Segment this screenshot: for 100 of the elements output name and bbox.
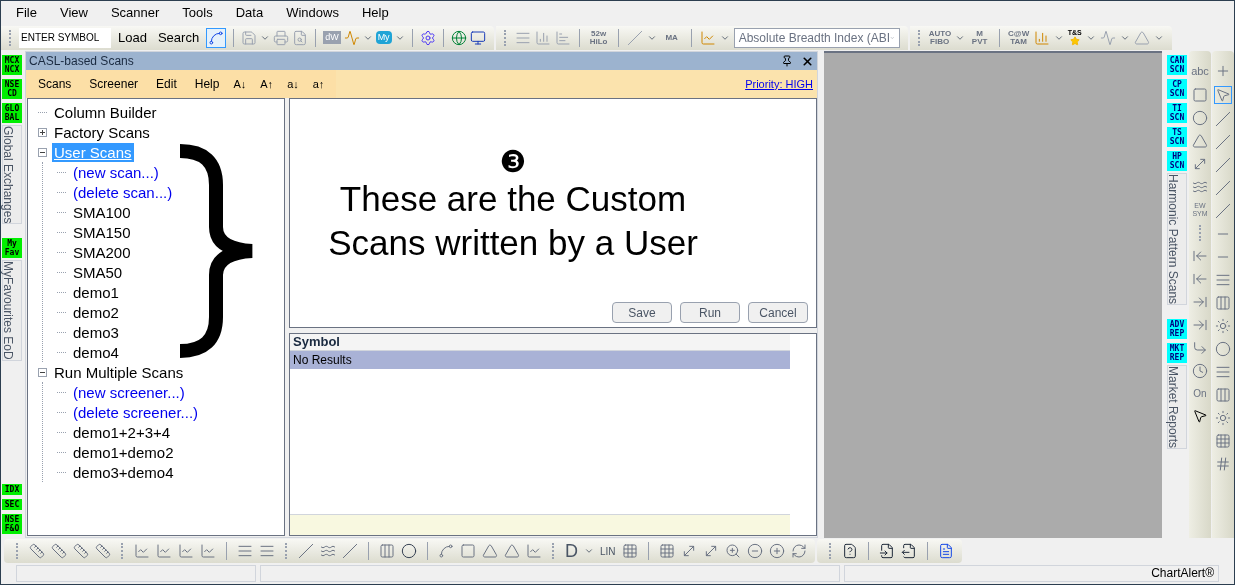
toolbar-button[interactable]: D [565,537,578,565]
tree-item[interactable]: Column Builder [52,102,159,122]
menu-item[interactable]: File [16,3,37,23]
column-header[interactable]: Symbol [290,334,343,350]
menu-item[interactable]: Screener [89,75,139,93]
dock-badge[interactable]: HP SCN [1167,151,1187,171]
line-icon[interactable] [1215,134,1231,150]
toolbar-button[interactable]: Load [114,27,151,48]
dock-badge[interactable]: TI SCN [1167,103,1187,123]
tool-label[interactable]: On [1193,385,1207,401]
tree-item[interactable]: SMA50 [71,262,125,282]
dock-tab[interactable]: Harmonic Pattern Scans [1167,173,1187,306]
menu-item[interactable]: Data [235,3,264,23]
zigzag-icon[interactable] [1099,29,1116,46]
dock-badge[interactable]: IDX [2,484,22,495]
document-icon[interactable] [841,543,858,559]
zigzag-icon[interactable] [343,29,360,46]
bar-chart-icon[interactable] [534,29,551,46]
dock-tab[interactable]: Market Reports [1167,365,1187,450]
zoom-icon[interactable] [724,543,741,559]
indicator-dropdown[interactable]: Absolute Breadth Index (ABI [733,27,900,48]
dock-badge[interactable]: CAN SCN [1167,55,1187,75]
ruler-icon[interactable] [95,543,111,559]
line-chart-icon[interactable] [156,543,172,559]
grid-icon[interactable] [658,543,675,559]
triangle-icon[interactable] [1192,132,1208,149]
pointer-icon[interactable] [1215,87,1231,103]
refresh-icon[interactable] [790,543,807,559]
line-icon[interactable] [298,543,314,559]
preview-icon[interactable] [292,29,309,46]
tree-item[interactable]: SMA200 [71,242,133,262]
bar-chart-icon[interactable] [554,29,571,46]
dock-badge[interactable]: NSE F&O [2,514,22,534]
tree-item[interactable]: demo2 [71,302,121,322]
expand-icon[interactable] [38,127,47,137]
dock-badge[interactable]: GLO BAL [2,103,22,123]
symbol-field[interactable]: ENTER SYMBOL [19,27,111,48]
lines-icon[interactable] [237,543,253,559]
tree-item[interactable]: (new scan...) [71,162,161,182]
tree-item[interactable]: demo1 [71,282,121,302]
menu-item[interactable]: View [59,3,88,23]
cursor-icon[interactable] [1192,407,1208,424]
tool-label[interactable]: 52w HiLo [587,29,610,46]
toolbar-button[interactable]: Search [153,27,204,48]
tree-item[interactable]: demo3+demo4 [71,462,176,482]
globe-icon[interactable] [450,29,467,46]
dock-badge[interactable]: ADV REP [1167,319,1187,340]
triangle-icon[interactable] [482,543,498,559]
line-icon[interactable] [1215,111,1231,127]
dock-badge[interactable]: SEC [2,499,22,510]
triangle-icon[interactable] [504,543,520,559]
tree-item[interactable]: demo1+2+3+4 [71,422,173,442]
dock-badge[interactable]: CP SCN [1167,79,1187,99]
lines-icon[interactable] [1215,364,1231,380]
menu-item[interactable]: Windows [286,3,339,23]
tree-item[interactable]: (delete screener...) [71,402,201,422]
save-icon[interactable] [241,29,258,46]
line-icon[interactable] [1215,180,1231,196]
sort-button[interactable]: A↑ [260,75,274,93]
tree-item[interactable]: Run Multiple Scans [52,362,186,382]
columns-icon[interactable] [1215,295,1231,311]
tool-label[interactable]: M PVT [968,29,991,46]
arrow-icon[interactable] [1192,339,1208,356]
menu-item[interactable]: Edit [156,75,177,93]
menu-item[interactable]: Scans [38,75,72,93]
grid-icon[interactable] [1215,433,1231,449]
dock-badge[interactable]: MKT REP [1167,343,1187,364]
columns-icon[interactable] [1215,387,1231,403]
menu-item[interactable]: Help [361,3,389,23]
tree-item[interactable]: SMA100 [71,202,133,222]
curve-icon[interactable] [438,543,454,559]
dock-badge[interactable]: My Fav [2,238,22,259]
crosshair-icon[interactable] [1215,63,1231,79]
caret-icon[interactable] [584,546,594,556]
sort-button[interactable]: a↓ [287,75,299,93]
tree-item[interactable]: SMA150 [71,222,133,242]
square-icon[interactable] [460,543,476,559]
monitor-icon[interactable] [469,29,486,46]
ellipse-icon[interactable] [1192,109,1208,126]
sort-button[interactable]: a↑ [312,75,325,93]
printer-icon[interactable] [273,29,290,46]
lines-icon[interactable] [1215,272,1231,288]
tool-label[interactable]: AUTO FIBO [928,29,951,46]
columns-icon[interactable] [379,543,395,559]
slash-icon[interactable] [626,29,643,46]
grid-icon[interactable] [1215,456,1231,472]
dock-tab[interactable]: Global Exchanges [2,125,22,225]
tree-item[interactable]: demo1+demo2 [71,442,176,462]
dock-tab[interactable]: MyFavourites EoD [2,260,22,362]
line-chart-icon[interactable] [200,543,216,559]
collapse-icon[interactable] [38,147,47,157]
tool-label[interactable]: MA [660,33,683,42]
line-chart-icon[interactable] [526,543,542,559]
close-icon[interactable] [801,54,814,68]
tool-label[interactable]: C@W TAM [1007,29,1030,46]
ruler-icon[interactable] [29,543,45,559]
zoom-in-icon[interactable] [768,543,785,559]
ruler-icon[interactable] [73,543,89,559]
document-icon[interactable] [878,543,895,559]
editor-button[interactable]: Run [680,302,740,323]
